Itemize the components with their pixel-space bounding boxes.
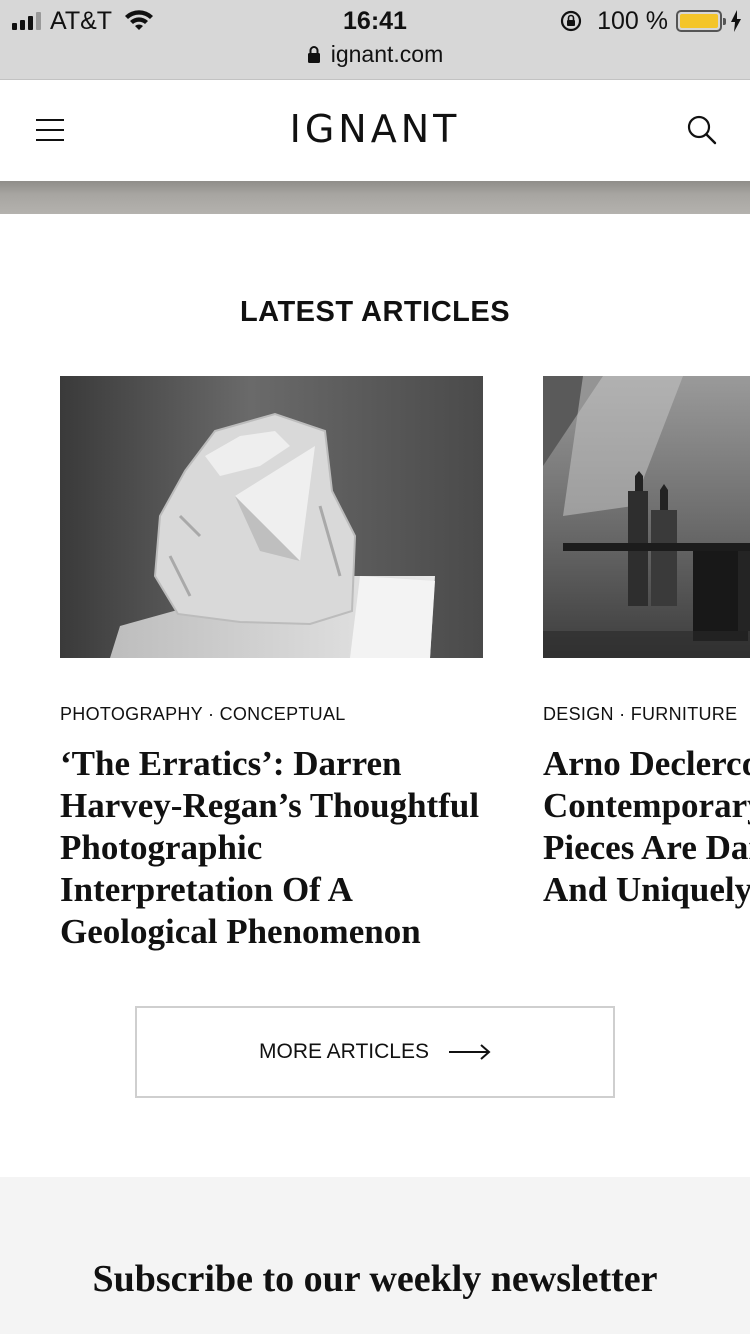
address-bar[interactable]: ignant.com bbox=[0, 40, 750, 68]
more-articles-button[interactable]: MORE ARTICLES bbox=[135, 1006, 615, 1098]
hero-image-strip bbox=[0, 181, 750, 214]
article-title[interactable]: Arno Declercq’ Contemporary Pieces Are D… bbox=[543, 743, 750, 911]
article-image[interactable] bbox=[543, 376, 750, 658]
padlock-icon bbox=[307, 46, 320, 63]
article-category[interactable]: DESIGN · FURNITURE bbox=[543, 704, 750, 725]
arrow-right-icon bbox=[449, 1044, 491, 1060]
carousel-viewport: DESIGN · FURNITURE Arno Declercq’ Contem… bbox=[0, 360, 750, 960]
site-logo[interactable]: IGNANT bbox=[0, 106, 750, 152]
newsletter-section: Subscribe to our weekly newsletter bbox=[0, 1177, 750, 1334]
battery-percentage: 100 % bbox=[597, 6, 668, 35]
section-title: LATEST ARTICLES bbox=[239, 296, 511, 328]
charging-icon bbox=[731, 10, 741, 32]
site-header: IGNANT bbox=[0, 80, 750, 181]
rotation-lock-icon bbox=[561, 10, 582, 32]
url-text: ignant.com bbox=[330, 40, 444, 67]
more-articles-label: MORE ARTICLES bbox=[259, 1040, 429, 1063]
browser-status-bar: AT&T 16:41 100 % ignant.com bbox=[0, 0, 750, 80]
article-card[interactable]: DESIGN · FURNITURE Arno Declercq’ Contem… bbox=[543, 376, 750, 911]
search-icon[interactable] bbox=[686, 114, 718, 146]
newsletter-title: Subscribe to our weekly newsletter bbox=[92, 1258, 658, 1300]
battery-icon bbox=[676, 10, 726, 32]
